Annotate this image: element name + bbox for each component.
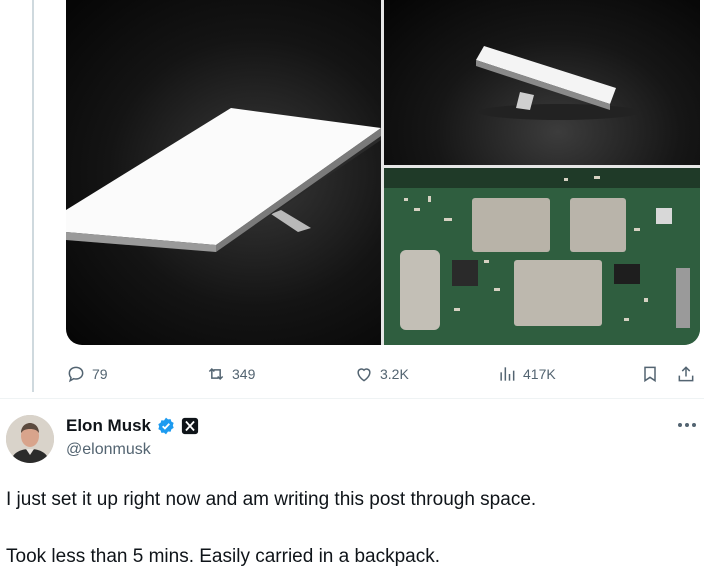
tweet-action-bar: 79 349 3.2K 417K [66, 364, 700, 388]
views-button[interactable]: 417K [497, 364, 556, 384]
share-icon [678, 366, 694, 382]
repost-icon [208, 367, 224, 381]
starlink-dish-small-photo[interactable] [384, 0, 700, 165]
tweet-text-line-2: Took less than 5 mins. Easily carried in… [6, 546, 441, 567]
circuit-board-photo[interactable] [384, 168, 700, 345]
tweet-text-line-1: I just set it up right now and am writin… [6, 489, 537, 510]
tweet-divider [0, 398, 704, 399]
verified-badge-icon[interactable] [156, 416, 176, 436]
media-grid [66, 0, 700, 345]
reply-button[interactable]: 79 [66, 364, 108, 384]
author-name-row: Elon Musk [66, 416, 199, 436]
author-display-name[interactable]: Elon Musk [66, 416, 151, 436]
avatar[interactable] [6, 415, 54, 463]
reply-icon [68, 366, 84, 383]
more-options-icon[interactable] [676, 418, 698, 432]
like-count: 3.2K [380, 366, 409, 382]
author-handle[interactable]: @elonmusk [66, 441, 151, 459]
view-count: 417K [523, 366, 556, 382]
repost-count: 349 [232, 366, 256, 382]
share-button[interactable] [676, 364, 696, 384]
bookmark-button[interactable] [640, 364, 660, 384]
repost-button[interactable]: 349 [206, 364, 255, 384]
starlink-dish-large-photo[interactable] [66, 0, 381, 345]
x-affiliation-badge-icon[interactable] [181, 417, 199, 435]
analytics-icon [500, 367, 515, 381]
heart-icon [357, 368, 371, 382]
thread-connector-line [32, 0, 34, 392]
bookmark-icon [644, 366, 656, 383]
like-button[interactable]: 3.2K [354, 364, 409, 384]
reply-count: 79 [92, 366, 108, 382]
